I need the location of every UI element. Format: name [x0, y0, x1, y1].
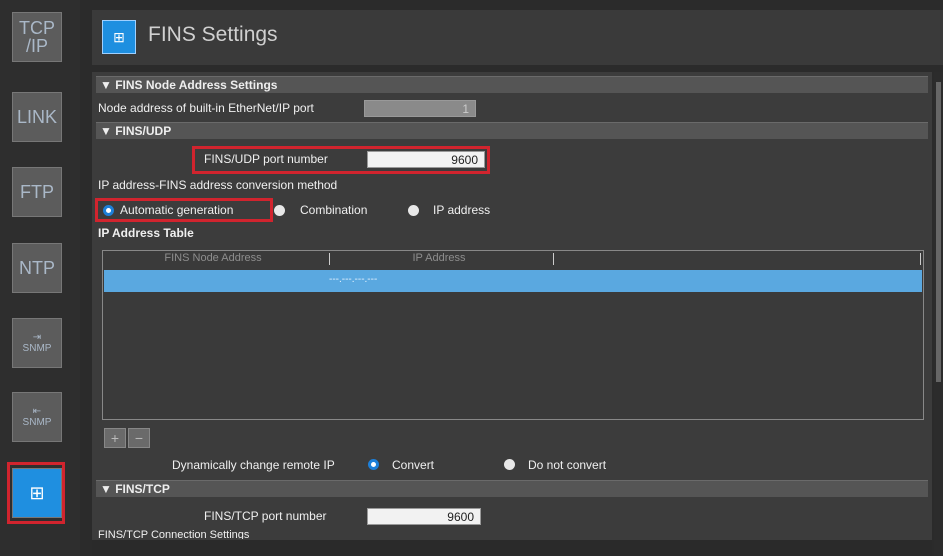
- snmp-nav-button[interactable]: ⇥ SNMP: [12, 318, 62, 368]
- node-address-field: 1: [364, 100, 476, 117]
- scrollbar-thumb[interactable]: [936, 82, 941, 382]
- ip-address-table-title: IP Address Table: [98, 226, 194, 240]
- remove-row-button[interactable]: −: [128, 428, 150, 448]
- tcp-ip-nav-button[interactable]: TCP /IP: [12, 12, 62, 62]
- udp-port-label: FINS/UDP port number: [204, 152, 328, 166]
- link-label: LINK: [16, 107, 58, 127]
- snmp-trap-nav-button[interactable]: ⇤ SNMP: [12, 392, 62, 442]
- table-row[interactable]: [104, 270, 922, 292]
- column-separator[interactable]: [920, 253, 921, 265]
- page-header: ⊞ FINS Settings: [92, 10, 943, 65]
- section-fins-tcp[interactable]: ▼ FINS/TCP: [96, 480, 928, 497]
- settings-panel: ▼ FINS Node Address Settings Node addres…: [92, 72, 932, 556]
- tcp-port-label: FINS/TCP port number: [204, 509, 327, 523]
- column-separator[interactable]: [553, 253, 554, 265]
- add-row-button[interactable]: +: [104, 428, 126, 448]
- vertical-scrollbar[interactable]: [934, 72, 943, 556]
- snmp-label: SNMP: [22, 343, 52, 354]
- page-title: FINS Settings: [148, 23, 278, 46]
- left-icon-rail: TCP /IP LINK FTP NTP ⇥ SNMP ⇤ SNMP ⊞: [0, 0, 80, 556]
- link-nav-button[interactable]: LINK: [12, 92, 62, 142]
- do-not-convert-label[interactable]: Do not convert: [528, 458, 606, 472]
- snmp-trap-icon: ⇤: [32, 406, 42, 417]
- ip-address-option-label[interactable]: IP address: [433, 203, 490, 217]
- ftp-label: FTP: [20, 182, 54, 202]
- udp-port-input[interactable]: 9600: [367, 151, 485, 168]
- ip-address-table[interactable]: FINS Node Address IP Address ---.---.---…: [102, 250, 924, 420]
- auto-generation-radio[interactable]: [103, 205, 114, 216]
- combination-label[interactable]: Combination: [300, 203, 367, 217]
- horizontal-scrollbar[interactable]: [92, 540, 932, 556]
- conversion-method-label: IP address-FINS address conversion metho…: [98, 178, 338, 192]
- column-header-fins-node[interactable]: FINS Node Address: [133, 251, 293, 265]
- snmp-icon: ⇥: [32, 332, 42, 343]
- auto-generation-label[interactable]: Automatic generation: [120, 203, 233, 217]
- tcp-ip-label: TCP /IP: [19, 18, 55, 56]
- section-node-address[interactable]: ▼ FINS Node Address Settings: [96, 76, 928, 93]
- ntp-label: NTP: [19, 258, 55, 278]
- tcp-connection-settings-label: FINS/TCP Connection Settings: [98, 529, 250, 539]
- section-fins-udp[interactable]: ▼ FINS/UDP: [96, 122, 928, 139]
- node-address-label: Node address of built-in EtherNet/IP por…: [98, 101, 314, 115]
- ntp-nav-button[interactable]: NTP: [12, 243, 62, 293]
- column-separator[interactable]: [329, 253, 330, 265]
- fins-settings-icon: ⊞: [102, 20, 136, 54]
- ip-address-radio[interactable]: [408, 205, 419, 216]
- do-not-convert-radio[interactable]: [504, 459, 515, 470]
- convert-label[interactable]: Convert: [392, 458, 434, 472]
- dynamic-ip-label: Dynamically change remote IP: [172, 458, 335, 472]
- snmp-trap-label: SNMP: [22, 417, 52, 428]
- column-header-ip-address[interactable]: IP Address: [359, 251, 519, 265]
- ftp-nav-button[interactable]: FTP: [12, 167, 62, 217]
- combination-radio[interactable]: [274, 205, 285, 216]
- fins-highlight-frame: [7, 462, 65, 524]
- tcp-port-input[interactable]: 9600: [367, 508, 481, 525]
- convert-radio[interactable]: [368, 459, 379, 470]
- table-cell-ip[interactable]: ---.---.---.---: [329, 274, 377, 285]
